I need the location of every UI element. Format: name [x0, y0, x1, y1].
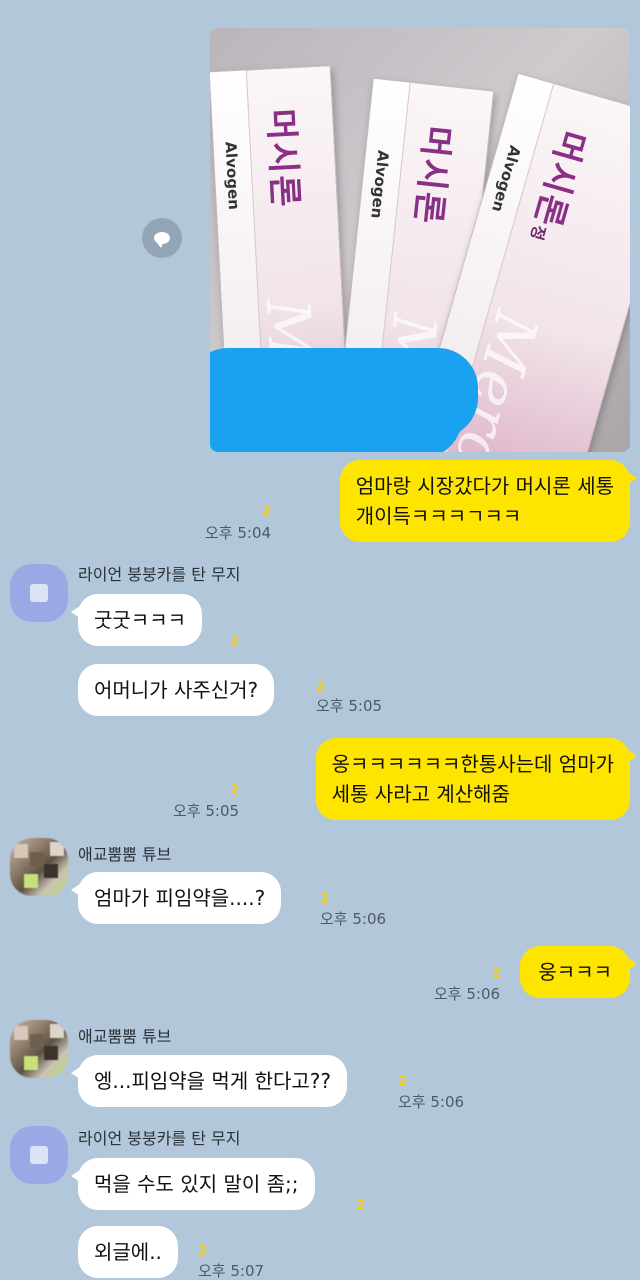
- timestamp: 오후 5:04: [205, 524, 272, 542]
- sender-name: 애교뿜뿜 튜브: [78, 1027, 172, 1046]
- timestamp: 오후 5:05: [316, 697, 383, 715]
- sender-name: 애교뿜뿜 튜브: [78, 845, 172, 864]
- sender-name: 라이언 붕붕카를 탄 무지: [78, 1129, 241, 1148]
- unread-count: 2: [356, 1198, 366, 1213]
- timestamp: 오후 5:06: [434, 985, 501, 1003]
- their-message: 엥...피임약을 먹게 한다고??: [70, 1055, 348, 1107]
- unread-count: 2: [262, 504, 272, 519]
- timestamp: 오후 5:06: [320, 910, 387, 928]
- unread-count: 2: [320, 892, 330, 907]
- their-message: 먹을 수도 있지 말이 좀;;: [71, 1158, 315, 1210]
- brand-label: Alvogen: [221, 140, 244, 211]
- their-message: 어머니가 사주신거?: [78, 664, 275, 716]
- timestamp: 오후 5:07: [198, 1262, 265, 1280]
- profile-photo[interactable]: [10, 838, 68, 896]
- profile-photo[interactable]: [10, 1020, 68, 1078]
- unread-count: 2: [230, 783, 240, 798]
- their-message: 엄마가 피임약을....?: [70, 872, 282, 924]
- my-message: 엄마랑 시장갔다가 머시론 세통 개이득ㅋㅋㅋㄱㅋㅋ: [339, 460, 638, 542]
- default-avatar-icon[interactable]: [10, 564, 68, 622]
- unread-count: 2: [230, 634, 240, 649]
- product-label: 머시론: [406, 123, 458, 228]
- their-message: 외글에..: [78, 1226, 178, 1278]
- default-avatar-icon[interactable]: [10, 1126, 68, 1184]
- unread-count: 2: [398, 1074, 408, 1089]
- redaction-scribble: [210, 358, 468, 448]
- product-label: 머시론: [259, 107, 306, 210]
- unread-count: 2: [198, 1244, 208, 1259]
- share-icon[interactable]: [142, 218, 182, 258]
- timestamp: 오후 5:05: [173, 802, 240, 820]
- shared-photo[interactable]: Alvogen 머시론 Mercilon Alvogen 머시론 Mercilo…: [210, 28, 630, 452]
- unread-count: 2: [492, 966, 502, 981]
- their-message: 굿굿ㅋㅋㅋ: [71, 594, 202, 646]
- my-message: 웅ㅋㅋㅋ: [520, 946, 637, 998]
- unread-count: 2: [316, 680, 326, 695]
- timestamp: 오후 5:06: [398, 1093, 465, 1111]
- sender-name: 라이언 붕붕카를 탄 무지: [78, 565, 241, 584]
- my-message: 옹ㅋㅋㅋㅋㅋㅋ한통사는데 엄마가 세통 사라고 계산해줌: [315, 738, 638, 820]
